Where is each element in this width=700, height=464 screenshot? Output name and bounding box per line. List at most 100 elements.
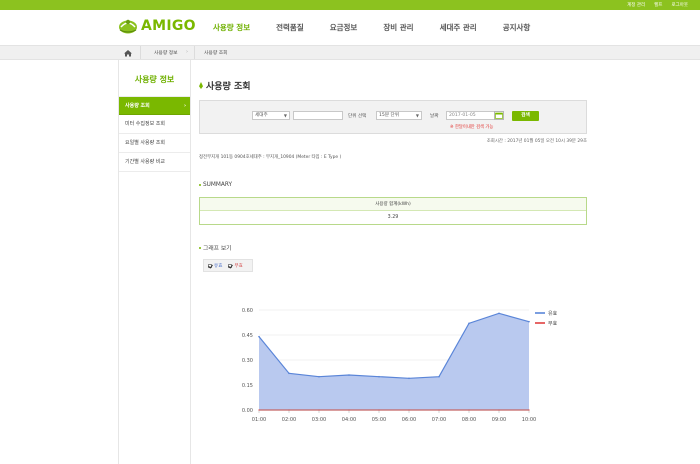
y-tick-label: 0.15 — [242, 383, 253, 389]
search-warning: ※ 한달이내만 검색 가능 — [450, 125, 494, 130]
graph-section-title: 그래프 보기 — [199, 243, 232, 252]
account-link[interactable]: 계정 관리 — [627, 2, 645, 8]
effective-toggle[interactable]: 유효 — [208, 263, 222, 269]
date-label: 날짜 — [430, 114, 439, 119]
logo[interactable]: AMIGO — [118, 18, 196, 34]
header: AMIGO 사용량 정보 전력품질 요금정보 장비 관리 세대주 관리 공지사항 — [0, 10, 700, 45]
data-point-effective — [408, 377, 410, 380]
graph-title-text: 그래프 보기 — [203, 246, 232, 252]
data-point-effective — [438, 375, 440, 378]
nav-notice[interactable]: 공지사항 — [503, 22, 531, 33]
x-tick-label: 07:00 — [432, 417, 446, 423]
breadcrumb-divider — [194, 46, 195, 59]
nav-usage-info[interactable]: 사용량 정보 — [213, 22, 250, 33]
checkbox-checked-icon[interactable] — [208, 263, 212, 268]
summary-value: 3.29 — [387, 215, 399, 220]
nav-household-management[interactable]: 세대주 관리 — [440, 22, 477, 33]
usage-chart: 0.60 0.45 0.30 0.15 0.00 01:00 02:00 03:00 04:00… — [219, 300, 579, 464]
date-input[interactable]: 2017-01-05 — [446, 111, 495, 120]
sidebar-title: 사용량 정보 — [134, 75, 175, 84]
main-nav: 사용량 정보 전력품질 요금정보 장비 관리 세대주 관리 공지사항 — [213, 10, 556, 45]
meter-info: 정전무지개 101동 0904호세대주 : 무지개_10904 (Meter 타… — [199, 155, 342, 160]
amigo-logo-icon — [118, 18, 138, 34]
help-link[interactable]: 헬프 — [654, 2, 662, 8]
sidebar-item-label: 요일별 사용량 조회 — [125, 140, 165, 146]
nav-device-management[interactable]: 장비 관리 — [383, 22, 413, 33]
sidebar-item-meter-collection[interactable]: 미터 수집정보 조회 — [119, 115, 190, 134]
y-tick-label: 0.00 — [242, 408, 253, 414]
data-point-effective — [378, 375, 380, 378]
page-title: 사용량 조회 — [199, 79, 251, 92]
search-panel: 세대주 ▼ 단위 선택 15분 단위 ▼ 날짜 2017-01-05 검색 ※ … — [199, 100, 587, 134]
reactive-toggle-label: 무효 — [234, 263, 243, 269]
bullet-icon — [199, 184, 201, 186]
bullet-icon — [199, 246, 201, 249]
nav-billing[interactable]: 요금정보 — [330, 22, 358, 33]
search-button[interactable]: 검색 — [512, 111, 539, 121]
logo-text: AMIGO — [141, 18, 196, 34]
reactive-toggle[interactable]: 무효 — [228, 263, 243, 269]
home-icon[interactable] — [121, 49, 135, 57]
summary-title-text: SUMMARY — [203, 182, 233, 188]
breadcrumb-level1[interactable]: 사용량 정보 — [154, 49, 178, 56]
data-point-effective — [258, 335, 260, 338]
unit-select-value: 15분 단위 — [379, 113, 399, 118]
checkbox-checked-icon[interactable] — [228, 263, 233, 268]
target-select-value: 세대주 — [255, 113, 268, 118]
data-point-effective — [528, 320, 530, 323]
main-content: 사용량 조회 세대주 ▼ 단위 선택 15분 단위 ▼ 날짜 2017-01-0… — [199, 60, 592, 464]
x-tick-label: 09:00 — [492, 417, 506, 423]
sidebar-item-label: 사용량 조회 — [125, 103, 150, 109]
series-area-effective — [259, 313, 529, 410]
x-tick-label: 08:00 — [462, 417, 476, 423]
data-point-effective — [348, 374, 350, 376]
target-select[interactable]: 세대주 ▼ — [252, 111, 290, 120]
usage-chart-svg: 0.60 0.45 0.30 0.15 0.00 01:00 02:00 03:00 04:00… — [242, 308, 558, 423]
sidebar-item-usage-query[interactable]: 사용량 조회 › — [119, 96, 190, 115]
y-tick-label: 0.45 — [242, 333, 253, 339]
x-tick-label: 10:00 — [522, 417, 536, 423]
breadcrumb-divider — [140, 46, 141, 59]
series-toggle: 유효 무효 — [203, 259, 253, 272]
search-input[interactable] — [293, 111, 343, 120]
x-tick-label: 01:00 — [252, 417, 266, 423]
summary-table: 사용량 합계(kWh) 3.29 — [199, 197, 587, 225]
y-tick-label: 0.30 — [242, 358, 253, 364]
summary-header: 사용량 합계(kWh) — [200, 198, 586, 211]
calendar-icon[interactable] — [494, 111, 504, 120]
sidebar-item-label: 기간별 사용량 비교 — [125, 159, 165, 165]
legend-label: 유효 — [548, 311, 558, 317]
summary-section-title: SUMMARY — [199, 182, 232, 188]
sidebar-item-period-compare[interactable]: 기간별 사용량 비교 — [119, 153, 190, 172]
y-tick-label: 0.60 — [242, 308, 253, 314]
x-tick-label: 06:00 — [402, 417, 416, 423]
logout-link[interactable]: 로그아웃 — [671, 2, 688, 8]
nav-power-quality[interactable]: 전력품질 — [276, 22, 304, 33]
query-time: 조회시간 : 2017년 01월 05일 오전 10시 39분 29초 — [486, 139, 587, 144]
breadcrumb-chevron-icon: › — [186, 49, 188, 55]
data-point-effective — [468, 322, 470, 325]
dropdown-arrow-icon: ▼ — [415, 113, 419, 118]
data-point-effective — [288, 372, 290, 375]
page-title-text: 사용량 조회 — [206, 82, 251, 92]
title-marker-icon — [199, 82, 203, 89]
x-tick-label: 05:00 — [372, 417, 386, 423]
unit-label: 단위 선택 — [348, 114, 367, 119]
x-tick-label: 02:00 — [282, 417, 296, 423]
effective-toggle-label: 유효 — [214, 263, 223, 269]
breadcrumb-level2: 사용량 조회 — [204, 51, 228, 56]
chevron-right-icon: › — [183, 103, 186, 109]
top-links: 계정 관리 헬프 로그아웃 — [627, 0, 688, 10]
x-tick-label: 03:00 — [312, 417, 326, 423]
legend-label: 무효 — [548, 321, 558, 327]
x-tick-label: 04:00 — [342, 417, 356, 423]
dropdown-arrow-icon: ▼ — [283, 113, 287, 118]
top-bar — [0, 0, 700, 10]
unit-select[interactable]: 15분 단위 ▼ — [376, 111, 422, 120]
sidebar-item-label: 미터 수집정보 조회 — [125, 121, 165, 127]
data-point-effective — [318, 375, 320, 378]
sidebar: 사용량 정보 사용량 조회 › 미터 수집정보 조회 요일별 사용량 조회 기간… — [118, 60, 191, 464]
sidebar-item-weekday-usage[interactable]: 요일별 사용량 조회 — [119, 134, 190, 153]
data-point-effective — [498, 312, 500, 315]
breadcrumb: 사용량 정보 › 사용량 조회 — [0, 45, 700, 60]
